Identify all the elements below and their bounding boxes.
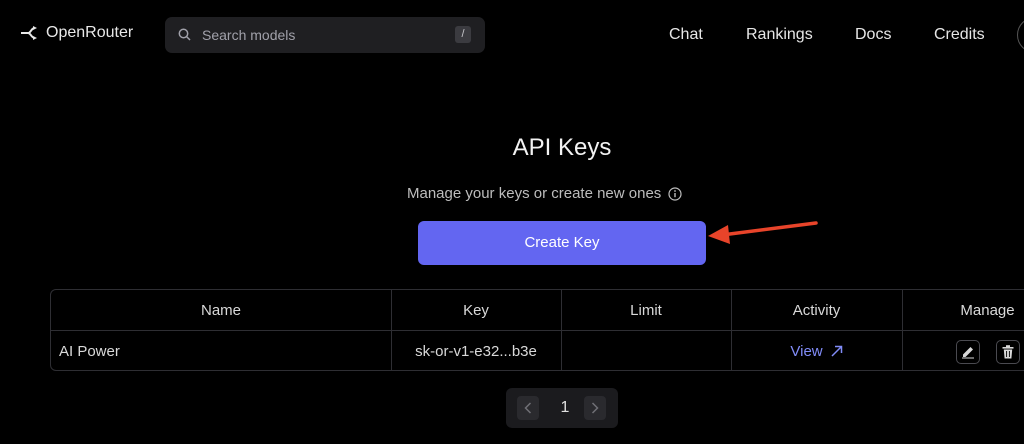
delete-key-button[interactable] [996,340,1020,364]
subtitle-text: Manage your keys or create new ones [407,185,662,202]
edit-icon [962,347,974,359]
search-icon [178,28,191,41]
key-limit-cell [561,331,731,370]
column-header-limit: Limit [630,302,662,319]
column-header-name: Name [200,302,241,319]
view-activity-link[interactable]: View [790,343,842,360]
openrouter-logo[interactable]: OpenRouter [20,24,133,42]
column-header-activity: Activity [792,302,841,319]
nav-docs[interactable]: Docs [855,26,891,44]
page-title: API Keys [512,134,612,161]
current-page-number[interactable]: 1 [558,399,572,417]
openrouter-logo-icon [21,26,37,40]
create-key-button[interactable]: Create Key [418,221,706,265]
logo-text: OpenRouter [46,24,134,41]
nav-chat[interactable]: Chat [669,26,703,44]
pagination: 1 [506,388,618,428]
user-avatar[interactable] [1017,17,1024,53]
page-subtitle: Manage your keys or create new ones [407,185,682,202]
trash-icon [1002,345,1014,359]
key-value-cell: sk-or-v1-e32...b3e [415,342,537,360]
edit-key-button[interactable] [956,340,980,364]
chevron-left-icon [524,402,532,414]
key-name-cell: AI Power [59,342,120,360]
search-input[interactable]: Search models [202,27,295,43]
search-bar[interactable]: Search models / [165,17,485,53]
top-bar: OpenRouter Search models / Chat Rankings… [0,0,1024,70]
external-link-icon [831,345,842,357]
column-header-manage: Manage [960,302,1015,319]
nav-rankings[interactable]: Rankings [746,26,813,44]
nav-credits[interactable]: Credits [934,26,985,44]
api-keys-table: Name Key Limit Activity Manage AI Power … [50,289,1024,371]
previous-page-button[interactable] [517,396,539,420]
chevron-right-icon [591,402,599,414]
next-page-button[interactable] [584,396,606,420]
column-header-key: Key [463,302,489,319]
key-activity-cell: View [731,331,902,370]
annotation-arrow-icon [708,221,818,244]
view-link-label: View [790,342,823,360]
search-shortcut-key: / [455,26,471,43]
info-icon[interactable] [668,186,682,201]
